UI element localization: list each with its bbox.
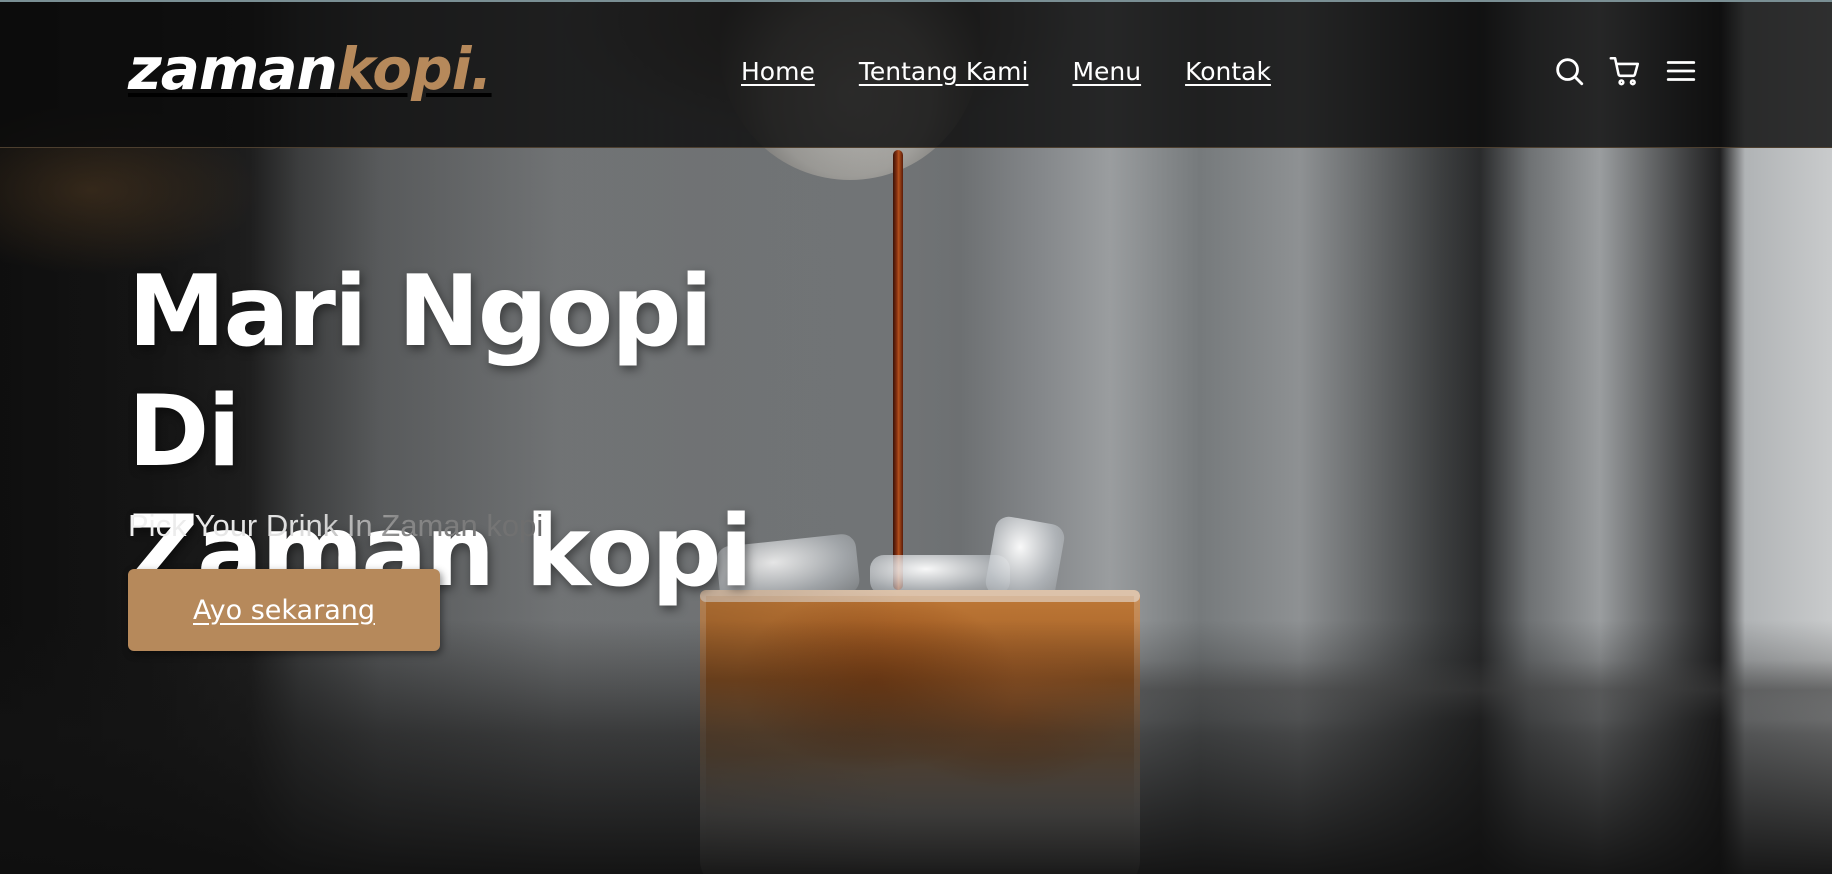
brand-logo[interactable]: zamankopi. bbox=[128, 40, 493, 98]
logo-text-accent: kopi. bbox=[336, 35, 493, 103]
hero-headline: Mari Ngopi Di Zaman kopi bbox=[128, 252, 848, 612]
cart-icon[interactable] bbox=[1608, 54, 1642, 88]
nav-link-tentang-kami[interactable]: Tentang Kami bbox=[859, 54, 1029, 90]
nav-link-kontak[interactable]: Kontak bbox=[1185, 54, 1271, 90]
nav-link-menu[interactable]: Menu bbox=[1072, 54, 1141, 90]
main-nav: Home Tentang Kami Menu Kontak bbox=[741, 54, 1271, 90]
navbar: zamankopi. Home Tentang Kami Menu Kontak bbox=[0, 0, 1832, 148]
header-actions bbox=[1552, 54, 1698, 88]
logo-text-primary: zaman bbox=[128, 35, 338, 103]
hero-tagline: Pick Your Drink In Zaman kopi bbox=[128, 506, 543, 546]
menu-icon[interactable] bbox=[1664, 54, 1698, 88]
search-icon[interactable] bbox=[1552, 54, 1586, 88]
nav-link-home[interactable]: Home bbox=[741, 54, 815, 90]
hero-headline-line1: Mari Ngopi Di bbox=[128, 255, 713, 489]
cta-button[interactable]: Ayo sekarang bbox=[128, 569, 440, 651]
